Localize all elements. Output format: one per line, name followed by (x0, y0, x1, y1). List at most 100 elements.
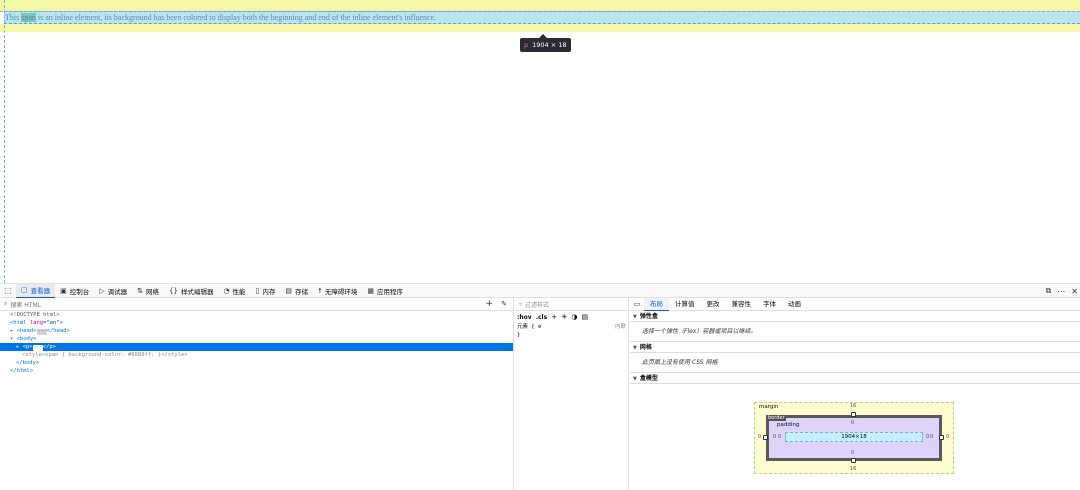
dark-scheme-icon[interactable]: ◑ (571, 313, 577, 321)
accessibility-icon: ☨ (318, 286, 322, 295)
node-tag: </html> (10, 368, 34, 374)
boxmodel-section-header[interactable]: ▼ 盒模型 (630, 373, 1080, 384)
resize-handle-bottom[interactable] (851, 458, 856, 463)
gear-icon[interactable]: ⚙ (538, 324, 541, 330)
element-rule[interactable]: 元素 { ⚙ 内联 (515, 323, 628, 331)
markup-node-head[interactable]: ▸ <head>···</head> (0, 327, 513, 335)
content-box[interactable]: 1904×18 (785, 432, 923, 442)
filter-icon: ▿ (519, 300, 523, 308)
markup-node-html[interactable]: <html lang="en"> (0, 319, 513, 327)
tab-label: 存储 (295, 287, 309, 296)
margin-label: margin (759, 404, 779, 410)
tab-animations[interactable]: 动画 (782, 298, 807, 311)
node-text: <!DOCTYPE html> (10, 312, 60, 318)
tab-console[interactable]: ▣ 控制台 (55, 284, 94, 298)
cls-toggle[interactable]: .cls (536, 314, 547, 321)
resize-handle-right[interactable] (939, 435, 944, 440)
tab-inspector[interactable]: ▢ 查看器 (16, 283, 56, 298)
grid-note: 此页面上没有使用 CSS 网格 (630, 353, 1080, 373)
expand-arrow-icon[interactable]: ▸ (16, 344, 23, 350)
tab-network[interactable]: ⇅ 网络 (132, 284, 164, 298)
tab-application[interactable]: ▦ 应用程序 (362, 284, 408, 298)
more-options-icon[interactable]: ⋯ (1057, 287, 1065, 296)
expand-arrow-icon[interactable]: ▸ (10, 328, 17, 334)
close-icon[interactable]: ✕ (1071, 287, 1078, 296)
paragraph-text: This span is an inline element, its back… (5, 12, 436, 23)
markup-node-html-close[interactable]: </html> (0, 367, 513, 375)
tab-label: 无障碍环境 (324, 287, 358, 296)
tab-label: 控制台 (69, 287, 90, 296)
border-top-value[interactable]: 0 (851, 420, 854, 426)
search-placeholder: 搜索 HTML (10, 301, 41, 309)
toggle-sidebar-icon[interactable]: ▭ (630, 300, 644, 308)
rules-toolbar: :hov .cls + ☀ ◑ ▤ (515, 311, 628, 323)
node-tag: <head> (16, 328, 37, 334)
border-left-value[interactable]: 0 (773, 434, 776, 440)
margin-top-value[interactable]: 16 (850, 403, 856, 409)
highlighted-span: span (21, 13, 36, 22)
dock-icon[interactable]: ⧉ (1046, 286, 1052, 296)
tab-accessibility[interactable]: ☨ 无障碍环境 (313, 284, 362, 298)
html-search-box[interactable]: ⌕ 搜索 HTML + ✎ (0, 298, 513, 311)
storage-icon: ▤ (285, 286, 293, 295)
filter-placeholder: 过滤样式 (525, 301, 550, 309)
collapsed-badge[interactable]: ··· (36, 329, 47, 335)
chevron-down-icon: ▼ (633, 345, 637, 351)
tab-changes[interactable]: 更改 (701, 298, 726, 311)
node-tag: <html (10, 320, 27, 326)
collapse-arrow-icon[interactable]: ▾ (10, 336, 17, 342)
chevron-down-icon: ▼ (633, 376, 637, 382)
padding-right-value[interactable]: 0 (926, 434, 929, 440)
tab-storage[interactable]: ▤ 存储 (280, 284, 313, 298)
devtools-toolbar: ⬚ ▢ 查看器 ▣ 控制台 ▷ 调试器 ⇅ 网络 {} 样式编辑器 ◔ 性能 ▯ 内存 ▤ 存储… (0, 283, 1080, 298)
markup-node-body[interactable]: ▾ <body> (0, 335, 513, 343)
rule-selector: 元素 { (517, 324, 535, 330)
markup-node-body-close[interactable]: </body> (0, 359, 513, 367)
tab-fonts[interactable]: 字体 (757, 298, 782, 311)
tab-layout[interactable]: 布局 (644, 297, 669, 311)
resize-handle-left[interactable] (763, 435, 768, 440)
markup-node-style[interactable]: <style>span { background-color: #8888ff;… (0, 351, 513, 359)
border-bottom-value[interactable]: 0 (851, 450, 854, 456)
element-picker-button[interactable]: ⬚ (0, 284, 16, 298)
border-right-value[interactable]: 0 (930, 434, 933, 440)
margin-bottom-value[interactable]: 16 (850, 466, 856, 472)
text-before: This (5, 13, 22, 22)
flexbox-note: 选择一个弹性（Flex）容器或项目以继续。 (630, 322, 1080, 342)
tab-debugger[interactable]: ▷ 调试器 (94, 284, 132, 298)
markup-node-p-selected[interactable]: ▸ <p>···</p> (0, 343, 513, 351)
eyedropper-icon[interactable]: ✎ (501, 298, 507, 311)
node-tag: <p> (22, 344, 33, 350)
infobar-size: 1904 × 18 (532, 41, 567, 49)
application-icon: ▦ (367, 286, 374, 295)
toolbar-right-controls: ⧉ ⋯ ✕ (1046, 284, 1078, 298)
print-media-icon[interactable]: ▤ (581, 313, 588, 321)
chevron-down-icon: ▼ (633, 314, 637, 320)
flexbox-section-header[interactable]: ▼ 弹性盒 (630, 311, 1080, 322)
element-infobar: p 1904 × 18 (520, 34, 571, 52)
tab-style-editor[interactable]: {} 样式编辑器 (164, 284, 218, 298)
add-node-icon[interactable]: + (485, 298, 493, 310)
padding-left-value[interactable]: 0 (778, 434, 781, 440)
memory-icon: ▯ (255, 286, 260, 295)
debugger-icon: ▷ (99, 286, 105, 295)
tab-memory[interactable]: ▯ 内存 (251, 284, 281, 298)
tab-computed[interactable]: 计算值 (669, 298, 701, 311)
rule-source[interactable]: 内联 (615, 323, 626, 331)
tab-label: 内存 (262, 287, 276, 296)
margin-right-value[interactable]: 0 (946, 434, 949, 440)
margin-left-value[interactable]: 0 (758, 434, 761, 440)
rules-pane: ▿ 过滤样式 :hov .cls + ☀ ◑ ▤ 元素 { ⚙ 内联 } (515, 298, 629, 490)
grid-section-header[interactable]: ▼ 网格 (630, 342, 1080, 353)
page-preview: This span is an inline element, its back… (0, 0, 1080, 283)
style-filter-box[interactable]: ▿ 过滤样式 (515, 298, 628, 311)
markup-node-doctype[interactable]: <!DOCTYPE html> (0, 311, 513, 319)
light-scheme-icon[interactable]: ☀ (561, 313, 567, 321)
search-icon: ⌕ (4, 300, 8, 307)
resize-handle-top[interactable] (851, 412, 856, 417)
tab-performance[interactable]: ◔ 性能 (218, 284, 250, 298)
add-rule-icon[interactable]: + (551, 313, 557, 321)
text-after: is an inline element, its background has… (35, 13, 437, 22)
tab-compatibility[interactable]: 兼容性 (726, 298, 758, 311)
hov-toggle[interactable]: :hov (517, 314, 532, 321)
